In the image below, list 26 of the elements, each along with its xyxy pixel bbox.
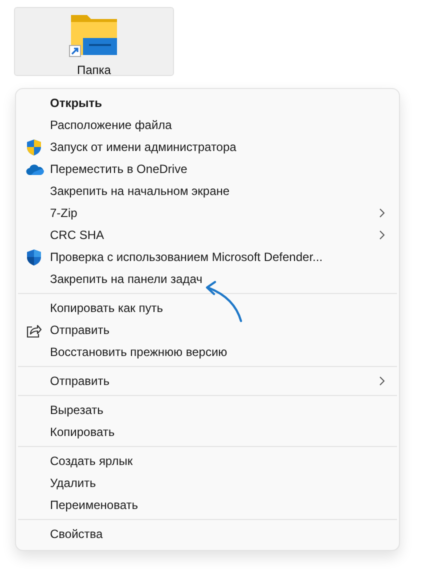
share-icon [26,322,42,338]
folder-label: Папка [77,62,111,79]
menu-item[interactable]: Проверка с использованием Microsoft Defender... [18,246,397,268]
shield-icon [26,248,42,266]
menu-item[interactable]: Закрепить на начальном экране [18,180,397,202]
menu-item[interactable]: Свойства [18,523,397,545]
menu-item[interactable]: Копировать [18,421,397,443]
menu-item[interactable]: Закрепить на панели задач [18,268,397,290]
menu-item[interactable]: Отправить [18,370,397,392]
folder-icon [69,13,119,57]
menu-item[interactable]: Переименовать [18,494,397,516]
cloud-icon [26,164,44,174]
menu-item[interactable]: Расположение файла [18,114,397,136]
menu-item[interactable]: Переместить в OneDrive [18,158,397,180]
menu-item[interactable]: Копировать как путь [18,297,397,319]
menu-item[interactable]: Удалить [18,472,397,494]
menu-item[interactable]: Вырезать [18,399,397,421]
menu-item[interactable]: CRC SHA [18,224,397,246]
folder-tile[interactable]: Папка [14,7,174,76]
shield-icon [26,138,42,156]
menu-item[interactable]: Открыть [18,92,397,114]
menu-item[interactable]: Отправить [18,319,397,341]
menu-item[interactable]: Восстановить прежнюю версию [18,341,397,363]
menu-item[interactable]: 7-Zip [18,202,397,224]
menu-item[interactable]: Создать ярлык [18,450,397,472]
menu-item[interactable]: Запуск от имени администратора [18,136,397,158]
